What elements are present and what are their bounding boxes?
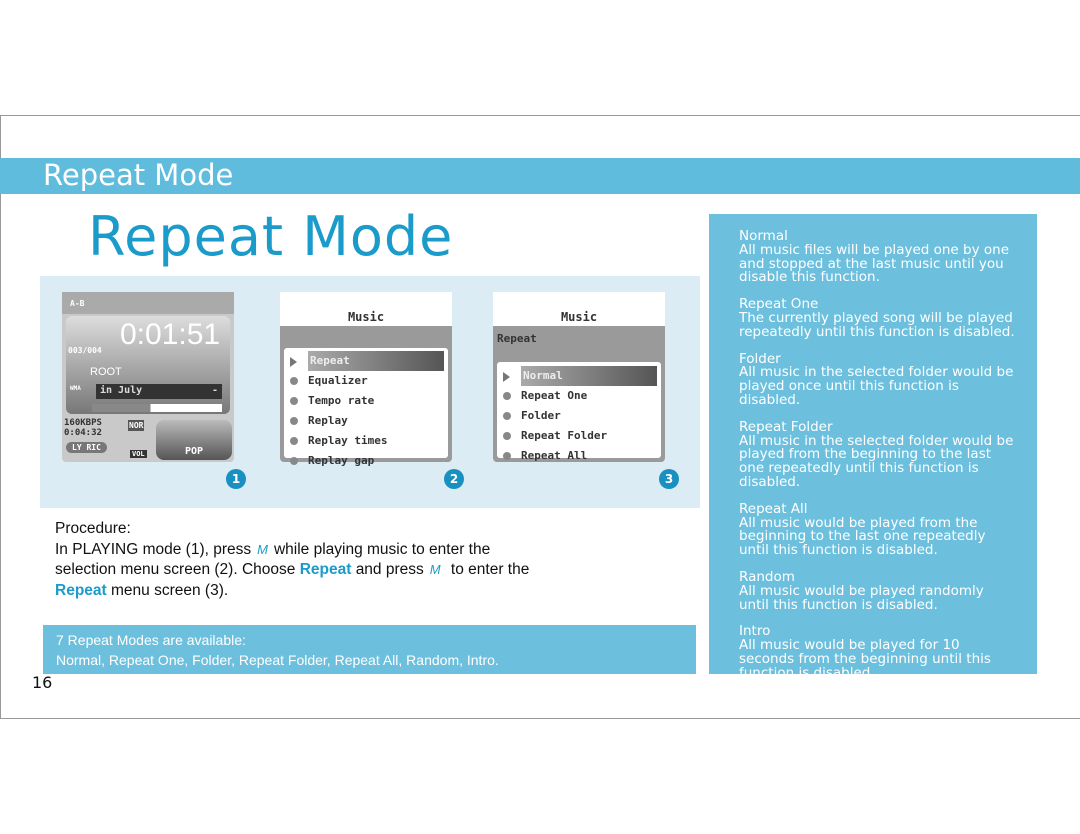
menu-screen: Music Repeat Equalizer Tempo rate Replay…: [280, 292, 452, 467]
eq-icon: NOR: [128, 420, 145, 431]
modes-heading: 7 Repeat Modes are available:: [56, 632, 246, 648]
player-panel: 0:01:51 003/004 ROOT in July - WMA: [66, 316, 230, 414]
menu-item: Repeat One: [497, 386, 661, 406]
mode-entry: Repeat Folder All music in the selected f…: [739, 418, 1014, 490]
modes-list: Normal, Repeat One, Folder, Repeat Folde…: [56, 652, 499, 668]
menu-item: Normal: [497, 366, 661, 386]
mode-entry: Intro All music would be played for 10 se…: [739, 623, 991, 681]
procedure-heading: Procedure:: [55, 520, 131, 537]
page-number: 16: [32, 673, 53, 692]
menu-item: Repeat All: [497, 446, 661, 466]
mode-entry: Random All music would be played randomly…: [739, 568, 984, 613]
menu-title: Music: [280, 292, 452, 326]
step-badge: 3: [659, 469, 679, 489]
procedure-text: Procedure: In PLAYING mode (1), press Mwh…: [55, 519, 535, 601]
menu-title: Music: [493, 292, 665, 326]
playing-screen: A-B 0:01:51 003/004 ROOT in July - WMA 1…: [62, 292, 234, 462]
m-button-icon: M: [257, 541, 268, 557]
mode-entry: Folder All music in the selected folder w…: [739, 350, 1014, 408]
elapsed-time: 0:01:51: [120, 318, 221, 351]
progress-bar: [92, 404, 222, 412]
bitrate-info: 160KBPS 0:04:32: [64, 418, 102, 438]
ab-label: A-B: [70, 299, 85, 308]
menu-item: Replay: [284, 411, 448, 431]
modes-summary: 7 Repeat Modes are available: Normal, Re…: [43, 625, 696, 674]
mode-entry: Normal All music files will be played one…: [739, 228, 1009, 286]
song-title: in July -: [96, 384, 222, 399]
genre-display: POP: [156, 420, 232, 460]
step-badge: 1: [226, 469, 246, 489]
repeat-screen: Music Repeat Normal Repeat One Folder Re…: [493, 292, 665, 462]
m-button-icon: M: [429, 562, 441, 577]
folder-name: ROOT: [90, 366, 122, 378]
mode-entry: Repeat One The currently played song will…: [739, 296, 1015, 340]
lyric-icon: LY RIC: [66, 442, 107, 453]
step-badge: 2: [444, 469, 464, 489]
section-band: Repeat Mode: [0, 158, 1080, 194]
menu-item: Replay times: [284, 431, 448, 451]
mode-entry: Repeat All All music would be played from…: [739, 500, 986, 559]
menu-subtitle: Repeat: [497, 332, 537, 345]
menu-item: Folder: [497, 406, 661, 426]
menu-item: Equalizer: [284, 371, 448, 391]
track-count: 003/004: [68, 346, 102, 355]
modes-description-panel: Normal All music files will be played one…: [709, 214, 1037, 680]
format-icon: WMA: [70, 385, 81, 392]
volume-icon: VOL: [130, 450, 147, 458]
menu-item: Repeat Folder: [497, 426, 661, 446]
menu-item: Tempo rate: [284, 391, 448, 411]
menu-item: Repeat: [284, 351, 448, 371]
menu-item: Replay gap: [284, 451, 448, 471]
status-bar: A-B: [62, 292, 234, 314]
page-title: Repeat Mode: [88, 205, 454, 268]
screens-panel: A-B 0:01:51 003/004 ROOT in July - WMA 1…: [40, 276, 700, 508]
